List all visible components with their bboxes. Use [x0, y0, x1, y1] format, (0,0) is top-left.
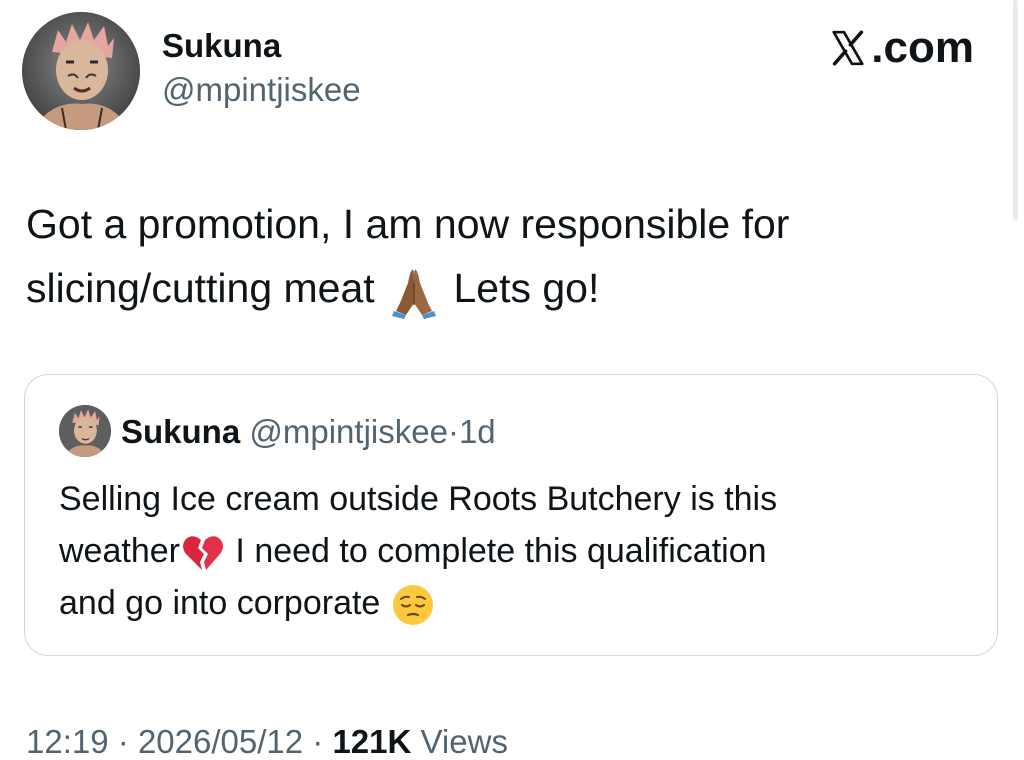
quoted-author-handle[interactable]: @mpintjiskee — [249, 413, 448, 450]
folded-hands-emoji — [392, 269, 437, 320]
x-logo-icon — [832, 30, 864, 66]
broken-heart-emoji — [182, 536, 223, 571]
tweet-line-1: Got a promotion, I am now responsible fo… — [26, 201, 790, 247]
quoted-tweet[interactable]: Sukuna @mpintjiskee·1d Selling Ice cream… — [24, 374, 998, 656]
author-handle[interactable]: @mpintjiskee — [162, 70, 361, 110]
meta-separator: · — [312, 723, 324, 760]
meta-separator: · — [117, 723, 129, 760]
tweet-text: Got a promotion, I am now responsible fo… — [26, 192, 986, 320]
quoted-line-3: and go into corporate — [59, 577, 959, 629]
author-info: Sukuna @mpintjiskee — [162, 26, 361, 110]
tweet-meta: 12:19 · 2026/05/12 · 121K Views — [26, 720, 508, 760]
tweet-line-2: slicing/cutting meat Lets go! — [26, 256, 986, 320]
quoted-line-2-text-b: I need to complete this qualification — [235, 532, 767, 570]
quoted-line-2-text-a: weather — [59, 532, 180, 570]
tweet-line-2-text-b: Lets go! — [453, 265, 600, 311]
tweet-date[interactable]: 2026/05/12 — [138, 723, 303, 760]
quoted-timestamp[interactable]: 1d — [459, 413, 496, 450]
quoted-separator: · — [447, 413, 459, 450]
quoted-tweet-text: Selling Ice cream outside Roots Butchery… — [59, 473, 959, 629]
scrollbar[interactable] — [1013, 0, 1018, 220]
brand-logo: .com — [829, 22, 974, 74]
quoted-line-1: Selling Ice cream outside Roots Butchery… — [59, 480, 778, 518]
views-label: Views — [420, 723, 508, 760]
tweet-line-2-text-a: slicing/cutting meat — [26, 265, 375, 311]
quoted-author-avatar[interactable] — [59, 405, 111, 457]
pensive-face-emoji — [392, 585, 433, 626]
quoted-tweet-header: Sukuna @mpintjiskee·1d — [121, 411, 496, 453]
author-name[interactable]: Sukuna — [162, 26, 361, 66]
quoted-line-3-text-a: and go into corporate — [59, 584, 381, 622]
views-count[interactable]: 121K — [332, 723, 411, 760]
brand-domain: .com — [871, 23, 974, 72]
avatar-image — [59, 405, 111, 457]
author-avatar[interactable] — [22, 12, 140, 130]
tweet-screenshot: Sukuna @mpintjiskee .com Got a promotion… — [0, 0, 1024, 760]
quoted-line-2: weather I need to complete this qualific… — [59, 525, 959, 577]
quoted-author-name[interactable]: Sukuna — [121, 413, 240, 450]
tweet-time[interactable]: 12:19 — [26, 723, 109, 760]
avatar-image — [22, 12, 140, 130]
